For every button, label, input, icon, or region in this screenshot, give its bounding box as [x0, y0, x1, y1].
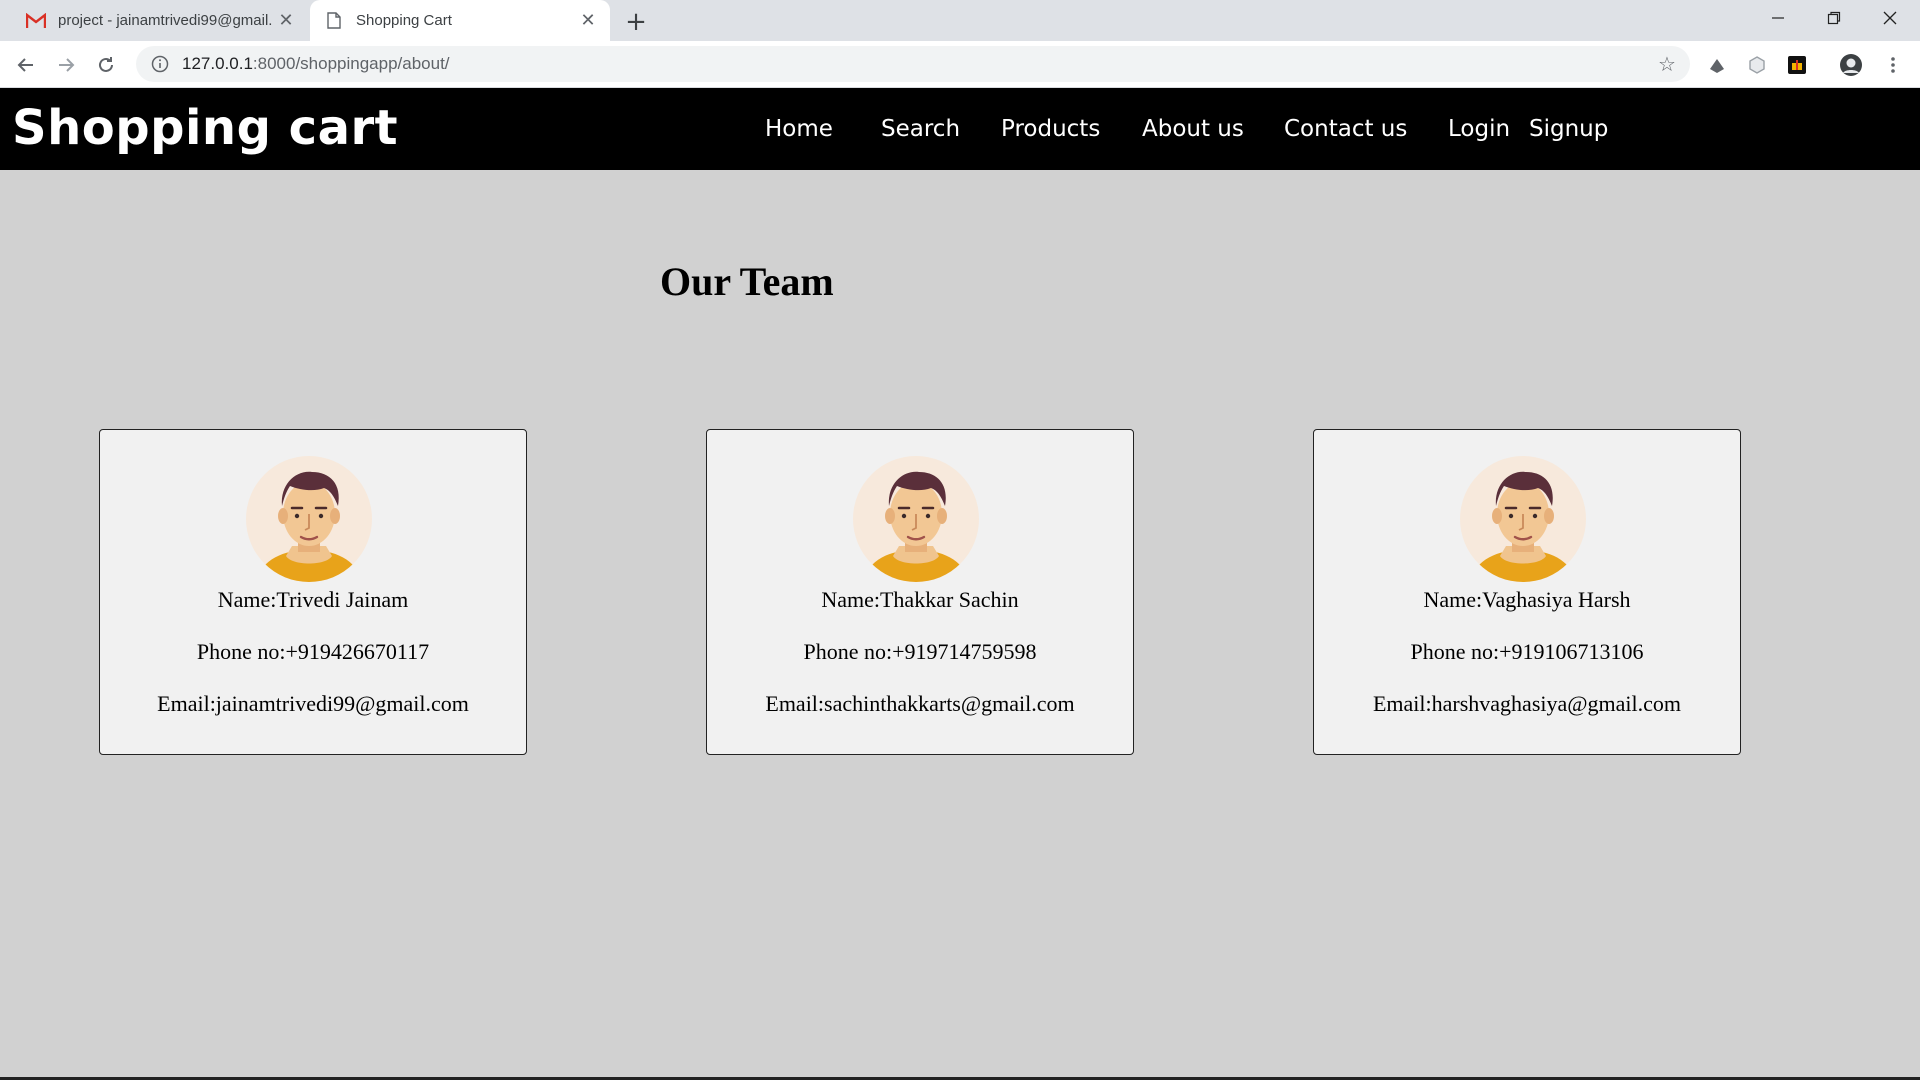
gmail-icon — [26, 11, 46, 31]
member-name: Name:Thakkar Sachin — [821, 587, 1019, 612]
close-tab-icon[interactable]: ✕ — [576, 9, 600, 33]
member-phone: Phone no:+919426670117 — [196, 639, 430, 664]
member-phone: Phone no:+919106713106 — [1410, 639, 1644, 664]
restore-icon[interactable] — [1806, 0, 1862, 36]
nav-home[interactable]: Home — [765, 112, 833, 146]
team-member-card: Name:Trivedi Jainam Phone no:+9194266701… — [99, 429, 527, 755]
close-window-icon[interactable] — [1862, 0, 1918, 36]
member-email: Email:sachinthakkarts@gmail.com — [765, 691, 1075, 716]
avatar — [1460, 456, 1586, 582]
gift-extension-icon[interactable] — [1784, 52, 1810, 78]
new-tab-button[interactable]: + — [622, 7, 650, 37]
back-icon[interactable] — [10, 49, 42, 81]
nav-products[interactable]: Products — [1001, 112, 1100, 146]
nav-about-us[interactable]: About us — [1142, 112, 1244, 146]
menu-kebab-icon[interactable] — [1880, 52, 1906, 78]
browser-tab-strip: project - jainamtrivedi99@gmail. ✕ Shopp… — [0, 0, 1920, 41]
reload-icon[interactable] — [90, 49, 122, 81]
browser-tab-gmail[interactable]: project - jainamtrivedi99@gmail. ✕ — [12, 0, 308, 41]
member-name: Name:Trivedi Jainam — [217, 587, 409, 612]
member-phone: Phone no:+919714759598 — [803, 639, 1037, 664]
tab-title: Shopping Cart — [356, 12, 452, 29]
page-icon — [324, 11, 344, 31]
team-member-card: Name:Vaghasiya Harsh Phone no:+919106713… — [1313, 429, 1741, 755]
browser-toolbar: 127.0.0.1:8000/shoppingapp/about/ ☆ — [0, 41, 1920, 88]
cube-extension-icon[interactable] — [1744, 52, 1770, 78]
nav-contact-us[interactable]: Contact us — [1284, 112, 1407, 146]
url-text[interactable]: 127.0.0.1:8000/shoppingapp/about/ — [182, 54, 1652, 74]
minimize-icon[interactable] — [1750, 0, 1806, 36]
address-bar[interactable]: 127.0.0.1:8000/shoppingapp/about/ ☆ — [136, 46, 1690, 82]
extension-icon[interactable] — [1704, 52, 1730, 78]
brand-logo[interactable]: Shopping cart — [12, 96, 398, 160]
profile-avatar-icon[interactable] — [1838, 52, 1864, 78]
member-email: Email:jainamtrivedi99@gmail.com — [157, 691, 469, 716]
page-title: Our Team — [660, 259, 834, 304]
nav-search[interactable]: Search — [881, 112, 960, 146]
browser-tab-shopping-cart[interactable]: Shopping Cart ✕ — [310, 0, 610, 41]
team-member-card: Name:Thakkar Sachin Phone no:+9197147595… — [706, 429, 1134, 755]
nav-signup[interactable]: Signup — [1529, 112, 1608, 146]
member-name: Name:Vaghasiya Harsh — [1423, 587, 1631, 612]
close-tab-icon[interactable]: ✕ — [274, 9, 298, 33]
member-email: Email:harshvaghasiya@gmail.com — [1372, 691, 1681, 716]
nav-login[interactable]: Login — [1448, 112, 1510, 146]
forward-icon[interactable] — [50, 49, 82, 81]
avatar — [246, 456, 372, 582]
bookmark-star-icon[interactable]: ☆ — [1652, 49, 1682, 79]
info-icon[interactable] — [150, 54, 170, 74]
avatar — [853, 456, 979, 582]
url-host: 127.0.0.1 — [182, 54, 253, 73]
url-path: :8000/shoppingapp/about/ — [252, 54, 450, 73]
site-header: Shopping cart Home Search Products About… — [0, 88, 1920, 170]
tab-title: project - jainamtrivedi99@gmail. — [58, 12, 273, 29]
